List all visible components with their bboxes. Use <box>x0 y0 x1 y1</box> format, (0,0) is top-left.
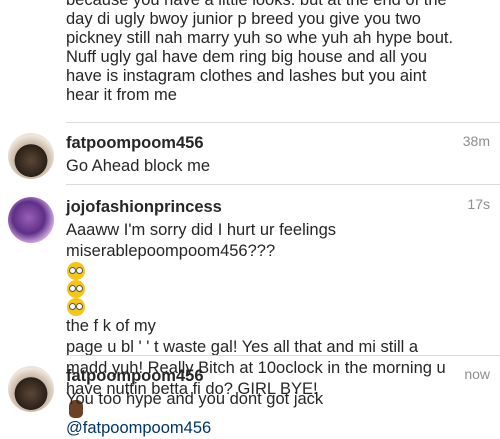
text-line: have is instagram clothes and lashes but… <box>66 67 427 85</box>
text-line: pickney still nah marry yuh so whe yuh a… <box>66 29 454 47</box>
divider <box>66 184 500 185</box>
text-line: because you have a little looks. but at … <box>66 0 447 9</box>
mention-link[interactable]: @fatpoompoom456 <box>66 418 491 439</box>
comment-username[interactable]: fatpoompoom456 <box>66 134 204 153</box>
text-line: You too hype and you dont got jack <box>66 390 324 408</box>
comment-text: Go Ahead block me <box>66 156 491 177</box>
username-text: miserablepoompoom456??? <box>66 242 276 260</box>
text-line: miserablepoompoom456??? the f k of my <box>66 241 491 337</box>
text-line: day di ugly bwoy junior p breed you give… <box>66 10 421 28</box>
text-fragment: the f k of my <box>66 317 156 335</box>
divider <box>66 355 500 356</box>
comment-username[interactable]: jojofashionprincess <box>66 198 222 217</box>
comment-thread: because you have a little looks. but at … <box>0 0 500 437</box>
text-line: Nuff ugly gal have dem ring big house an… <box>66 48 428 66</box>
avatar[interactable] <box>8 366 54 412</box>
text-line: Go Ahead block me <box>66 157 211 175</box>
comment-text: You too hype and you dont got jack <box>66 389 491 410</box>
comment-timestamp: now <box>464 366 490 382</box>
previous-comment-text: because you have a little looks. but at … <box>66 0 496 105</box>
avatar[interactable] <box>8 197 54 243</box>
comment-timestamp: 17s <box>467 196 490 212</box>
divider <box>66 122 500 123</box>
rolling-eyes-emoji-icon <box>67 280 85 298</box>
rolling-eyes-emoji-icon <box>67 298 85 316</box>
comment-username[interactable]: fatpoompoom456 <box>66 367 204 386</box>
text-line: Aaaww I'm sorry did I hurt ur feelings <box>66 221 337 239</box>
text-line: hear it from me <box>66 86 177 104</box>
comment-timestamp: 38m <box>462 133 490 149</box>
rolling-eyes-emoji-icon <box>67 262 85 280</box>
avatar[interactable] <box>8 133 54 179</box>
